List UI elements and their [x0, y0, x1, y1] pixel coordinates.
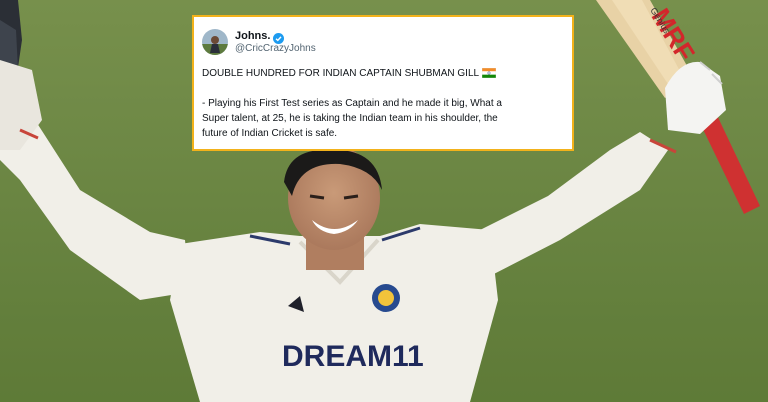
author-handle[interactable]: @CricCrazyJohns [235, 43, 316, 55]
author-names: Johns. @CricCrazyJohns [235, 30, 316, 54]
tweet-headline: DOUBLE HUNDRED FOR INDIAN CAPTAIN SHUBMA… [202, 68, 480, 79]
tweet-card: Johns. @CricCrazyJohns DOUBLE HUNDRED FO… [192, 15, 574, 151]
display-name[interactable]: Johns. [235, 30, 270, 43]
india-flag-icon [481, 67, 497, 79]
tweet-body-line-2: Super talent, at 25, he is taking the In… [202, 113, 498, 124]
jersey-sponsor-text: DREAM11 [282, 340, 424, 373]
tweet-header: Johns. @CricCrazyJohns [202, 27, 562, 57]
tweet-text: DOUBLE HUNDRED FOR INDIAN CAPTAIN SHUBMA… [202, 66, 562, 141]
verified-badge-icon [273, 31, 285, 44]
display-name-row: Johns. [235, 30, 316, 44]
tweet-body-line-1: - Playing his First Test series as Capta… [202, 98, 502, 109]
avatar[interactable] [202, 29, 228, 55]
tweet-headline-line: DOUBLE HUNDRED FOR INDIAN CAPTAIN SHUBMA… [202, 66, 562, 81]
avatar-image [202, 29, 228, 55]
tweet-body-line-3: future of Indian Cricket is safe. [202, 128, 338, 139]
